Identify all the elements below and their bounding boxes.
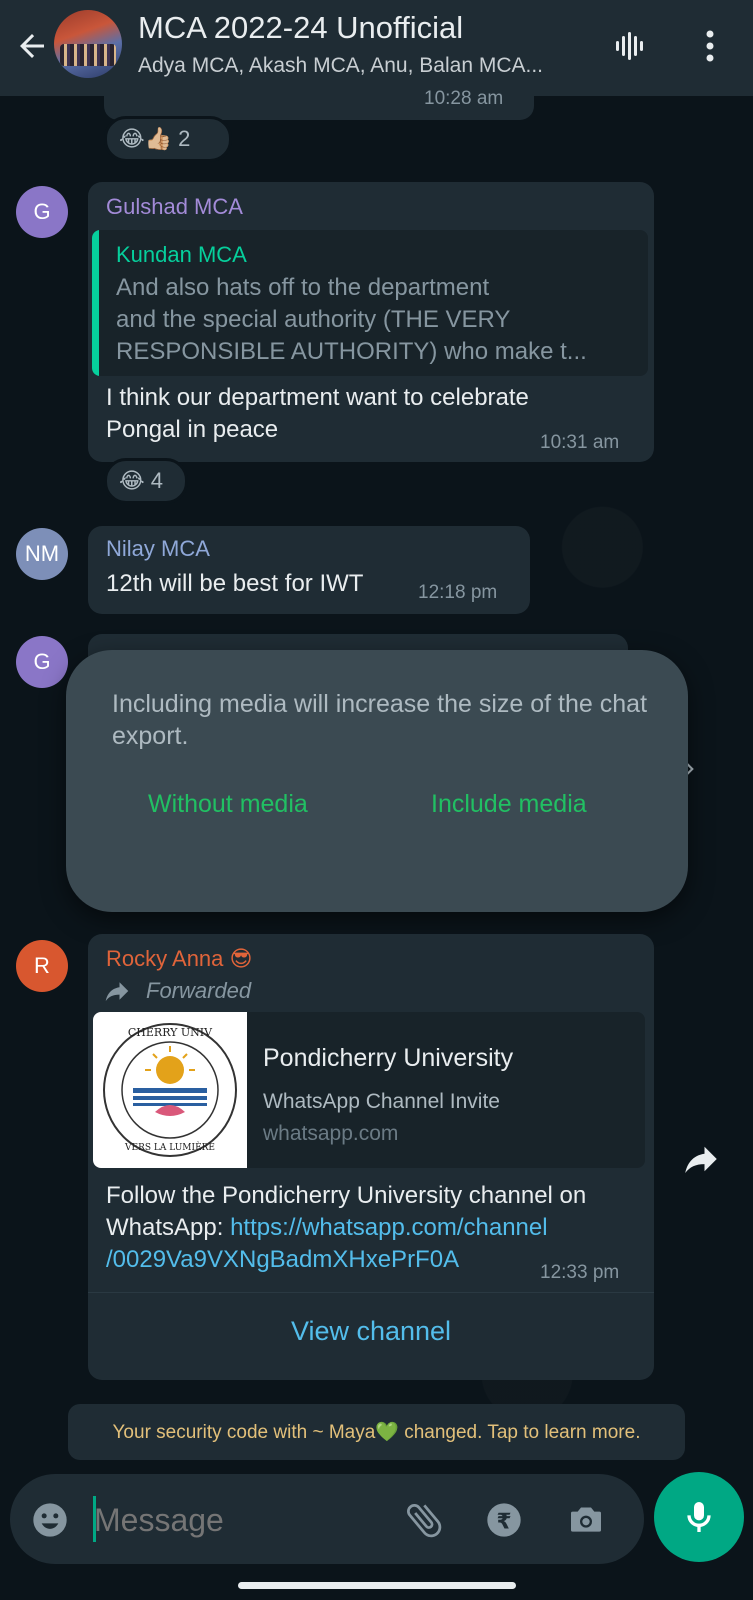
bubble-divider <box>88 1292 654 1293</box>
message-composer: ₹ <box>10 1474 644 1564</box>
view-channel-button[interactable]: View channel <box>88 1316 654 1347</box>
reaction-count: 4 <box>150 468 163 493</box>
preview-title: Pondicherry University <box>263 1044 514 1072</box>
message-bubble[interactable]: Nilay MCA 12th will be best for IWT 12:1… <box>88 526 530 614</box>
without-media-button[interactable]: Without media <box>148 790 308 819</box>
message-text: Follow the Pondicherry University channe… <box>106 1182 587 1209</box>
message-time: 12:33 pm <box>540 1262 620 1283</box>
reaction-emojis: 😂 <box>119 468 145 493</box>
message-time: 10:31 am <box>540 432 620 453</box>
message-text: I think our department want to celebrate <box>106 384 529 411</box>
home-indicator[interactable] <box>238 1582 516 1589</box>
preview-subtitle: WhatsApp Channel Invite <box>263 1090 500 1113</box>
avatar[interactable]: G <box>16 186 68 238</box>
message-text: WhatsApp: https://whatsapp.com/channel <box>106 1212 548 1244</box>
link-preview[interactable]: CHERRY UNIV VERS LA LUMIÈRE Pondicherry … <box>93 1012 645 1168</box>
microphone-icon <box>687 1502 711 1532</box>
reaction-emojis: 😂👍🏼 <box>119 126 173 151</box>
reaction-count: 2 <box>178 126 191 151</box>
message-bubble[interactable]: 10:28 am <box>104 80 534 120</box>
channel-link[interactable]: https://whatsapp.com/channel <box>230 1214 548 1241</box>
message-text-prefix: WhatsApp: <box>106 1214 231 1241</box>
chat-participants[interactable]: Adya MCA, Akash MCA, Anu, Balan MCA... <box>138 54 543 78</box>
back-arrow-icon[interactable] <box>14 28 50 64</box>
group-avatar[interactable] <box>54 10 122 78</box>
quote-sender: Kundan MCA <box>116 242 247 267</box>
dialog-message: Including media will increase the size o… <box>112 690 648 750</box>
sender-name[interactable]: Nilay MCA <box>106 536 210 562</box>
svg-text:VERS LA LUMIÈRE: VERS LA LUMIÈRE <box>124 1141 215 1153</box>
avatar[interactable]: G <box>16 636 68 688</box>
reaction-pill[interactable]: 😂 4 <box>104 458 188 504</box>
voice-chat-icon[interactable] <box>610 26 650 66</box>
security-code-notice[interactable]: Your security code with ~ Maya💚 changed.… <box>68 1404 685 1460</box>
message-text: Pongal in peace <box>106 416 279 443</box>
quote-bar <box>92 230 99 376</box>
message-text: 12th will be best for IWT <box>106 570 364 597</box>
message-time: 12:18 pm <box>418 582 498 603</box>
reaction-pill[interactable]: 😂👍🏼 2 <box>104 116 232 162</box>
preview-domain: whatsapp.com <box>263 1122 399 1145</box>
forwarded-label: Forwarded <box>146 978 252 1003</box>
more-options-icon[interactable] <box>690 26 730 66</box>
quote-text: RESPONSIBLE AUTHORITY) who make t... <box>116 338 587 365</box>
camera-icon[interactable] <box>566 1500 606 1540</box>
quote-text: And also hats off to the department <box>116 274 490 301</box>
message-input[interactable] <box>94 1500 354 1540</box>
avatar[interactable]: NM <box>16 528 68 580</box>
avatar[interactable]: R <box>16 940 68 992</box>
quote-text: and the special authority (THE VERY <box>116 306 511 333</box>
include-media-button[interactable]: Include media <box>431 790 587 819</box>
share-icon[interactable] <box>680 1138 722 1180</box>
svg-text:₹: ₹ <box>496 1509 511 1534</box>
payment-icon[interactable]: ₹ <box>484 1500 524 1540</box>
channel-link[interactable]: /0029Va9VXNgBadmXHxePrF0A <box>106 1244 459 1276</box>
forwarded-icon <box>105 982 129 1001</box>
sender-name[interactable]: Gulshad MCA <box>106 194 243 220</box>
message-time: 10:28 am <box>424 88 504 109</box>
pondicherry-university-seal: CHERRY UNIV VERS LA LUMIÈRE <box>103 1023 237 1157</box>
emoji-icon[interactable] <box>30 1500 70 1540</box>
message-bubble[interactable]: Gulshad MCA Kundan MCA And also hats off… <box>88 182 654 462</box>
attach-icon[interactable] <box>402 1498 446 1542</box>
university-logo: CHERRY UNIV VERS LA LUMIÈRE <box>93 1012 247 1168</box>
sender-name[interactable]: Rocky Anna 😎 <box>106 946 252 972</box>
export-chat-dialog: Including media will increase the size o… <box>66 650 688 912</box>
chat-title[interactable]: MCA 2022-24 Unofficial <box>138 10 463 46</box>
svg-text:CHERRY UNIV: CHERRY UNIV <box>128 1026 213 1039</box>
voice-message-button[interactable] <box>654 1472 744 1562</box>
quoted-message[interactable]: Kundan MCA And also hats off to the depa… <box>92 230 648 376</box>
